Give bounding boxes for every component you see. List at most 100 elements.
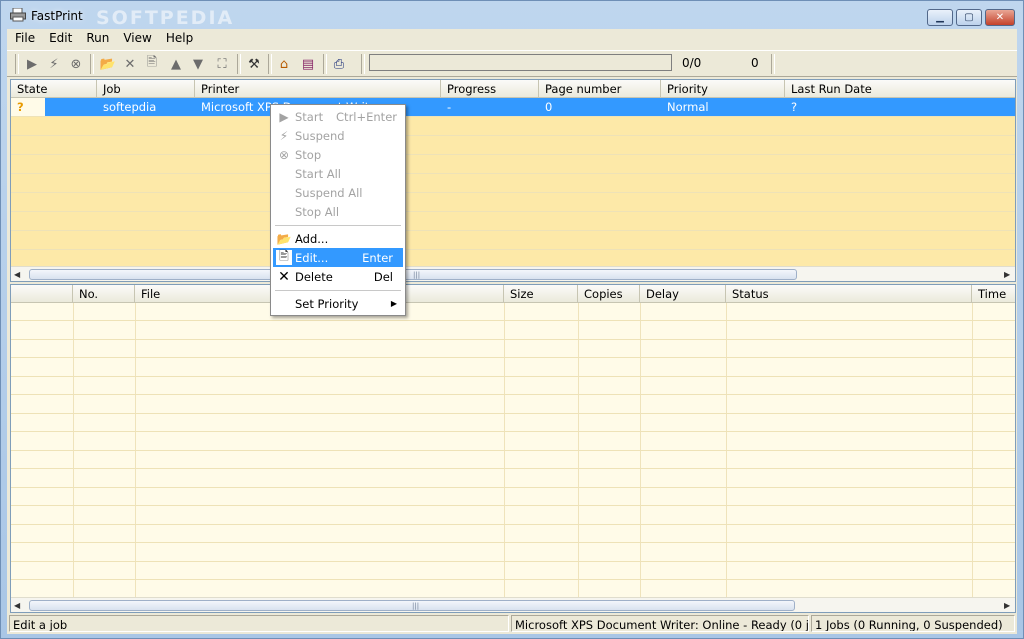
client-area: File Edit Run View Help ▶ ⚡ ⊗ 📂 ✕ 🖹 ▲ ▼ ⛶ ⚒ … [7,29,1017,634]
empty-row [11,396,1015,414]
job-counter: 0 [751,56,759,70]
empty-row [11,525,1015,543]
col-size[interactable]: Size [504,285,578,303]
menu-item-suspend-all[interactable]: Suspend All [273,183,403,202]
menu-item-add[interactable]: 📂 Add... [273,229,403,248]
printer-app-icon [10,8,26,22]
col-status[interactable]: Status [726,285,972,303]
close-button[interactable]: ✕ [985,9,1015,26]
job-last-run: ? [791,100,798,114]
status-hint: Edit a job [9,615,509,632]
col-copies[interactable]: Copies [578,285,640,303]
status-printer: Microsoft XPS Document Writer: Online - … [511,615,809,632]
scroll-left-icon[interactable]: ◀ [14,270,20,279]
suspend-icon[interactable]: ⚡ [45,55,63,73]
empty-row [11,488,1015,506]
col-no[interactable]: No. [73,285,135,303]
col-time[interactable]: Time [972,285,1015,303]
maximize-button[interactable]: ▢ [956,9,982,26]
col-delay[interactable]: Delay [640,285,726,303]
files-grid: No. File Size Copies Delay Status Time ◀… [10,284,1016,613]
col-printer[interactable]: Printer [195,80,441,98]
home-icon[interactable]: ⌂ [275,55,293,73]
window-title: FastPrint [31,9,83,23]
submenu-arrow-icon: ▶ [390,299,397,308]
col-job[interactable]: Job [97,80,195,98]
find-icon[interactable]: ⛶ [213,55,231,73]
menu-view[interactable]: View [115,29,157,45]
scroll-thumb[interactable]: ||| [29,600,795,611]
menu-separator [275,225,401,226]
table-row[interactable]: ? softepdia Microsoft XPS Document Write… [11,98,1015,117]
stop-icon[interactable]: ⊗ [67,55,85,73]
scroll-right-icon[interactable]: ▶ [1004,270,1010,279]
app-window: FastPrint SOFTPEDIA ▁ ▢ ✕ File Edit Run Vie… [0,0,1024,639]
start-icon[interactable]: ▶ [23,55,41,73]
job-page-number: 0 [545,100,553,114]
empty-row [11,377,1015,395]
menu-item-suspend[interactable]: ⚡ Suspend [273,126,403,145]
job-progress: - [447,100,452,114]
empty-row [11,451,1015,469]
status-bar: Edit a job Microsoft XPS Document Writer… [7,614,1017,633]
tools-icon[interactable]: ⚒ [245,55,263,73]
state-unknown: ? [17,100,24,114]
menu-separator [275,290,401,291]
empty-row [11,507,1015,525]
scroll-right-icon[interactable]: ▶ [1004,601,1010,610]
menu-item-stop[interactable]: ⊗ Stop [273,145,403,164]
col-priority[interactable]: Priority [661,80,785,98]
menu-run[interactable]: Run [78,29,115,45]
toolbar: ▶ ⚡ ⊗ 📂 ✕ 🖹 ▲ ▼ ⛶ ⚒ ⌂ ▤ ⎙ 0/0 0 [7,50,1017,77]
menu-item-edit[interactable]: 🖹 Edit... Enter [273,248,403,267]
col-page-number[interactable]: Page number [539,80,661,98]
menu-help[interactable]: Help [158,29,199,45]
empty-row [11,470,1015,488]
menu-edit[interactable]: Edit [41,29,78,45]
job-name: softepdia [103,100,157,114]
printer-icon[interactable]: ⎙ [330,55,348,73]
menu-file[interactable]: File [7,29,41,45]
empty-row [11,359,1015,377]
files-hscrollbar[interactable]: ◀ ||| ▶ [11,597,1015,612]
delete-icon[interactable]: ✕ [121,55,139,73]
scroll-left-icon[interactable]: ◀ [14,601,20,610]
empty-row [11,414,1015,432]
book-icon[interactable]: ▤ [299,55,317,73]
suspend-icon: ⚡ [279,128,289,143]
progress-bar [369,54,672,71]
empty-row [11,562,1015,580]
stop-icon: ⊗ [278,147,290,162]
empty-row [11,322,1015,340]
move-down-icon[interactable]: ▼ [189,55,207,73]
menu-item-set-priority[interactable]: Set Priority ▶ [273,294,403,313]
empty-row [11,303,1015,321]
col-last-run[interactable]: Last Run Date [785,80,1015,98]
col-blank[interactable] [11,285,73,303]
page-counter: 0/0 [682,56,702,70]
edit-icon: 🖹 [276,249,292,265]
col-state[interactable]: State [11,80,97,98]
minimize-button[interactable]: ▁ [927,9,953,26]
play-icon: ▶ [279,109,289,124]
watermark: SOFTPEDIA [96,7,235,29]
context-menu: ▶ Start Ctrl+Enter ⚡ Suspend ⊗ Stop Star… [270,104,406,316]
menu-item-stop-all[interactable]: Stop All [273,202,403,221]
scroll-thumb[interactable]: ||| [29,269,797,280]
menu-item-delete[interactable]: ✕ Delete Del [273,267,403,286]
empty-row [11,340,1015,358]
jobs-hscrollbar[interactable]: ◀ ||| ▶ [11,266,1015,281]
add-icon: 📂 [276,231,292,246]
add-job-icon[interactable]: 📂 [99,55,117,73]
empty-row [11,544,1015,562]
menu-item-start-all[interactable]: Start All [273,164,403,183]
delete-icon: ✕ [278,268,290,285]
col-progress[interactable]: Progress [441,80,539,98]
menu-bar: File Edit Run View Help [7,29,1017,48]
title-bar[interactable]: FastPrint SOFTPEDIA ▁ ▢ ✕ [1,1,1023,29]
menu-item-start[interactable]: ▶ Start Ctrl+Enter [273,107,403,126]
status-jobs: 1 Jobs (0 Running, 0 Suspended) [811,615,1015,632]
edit-icon[interactable]: 🖹 [143,55,161,73]
empty-row [11,581,1015,599]
move-up-icon[interactable]: ▲ [167,55,185,73]
